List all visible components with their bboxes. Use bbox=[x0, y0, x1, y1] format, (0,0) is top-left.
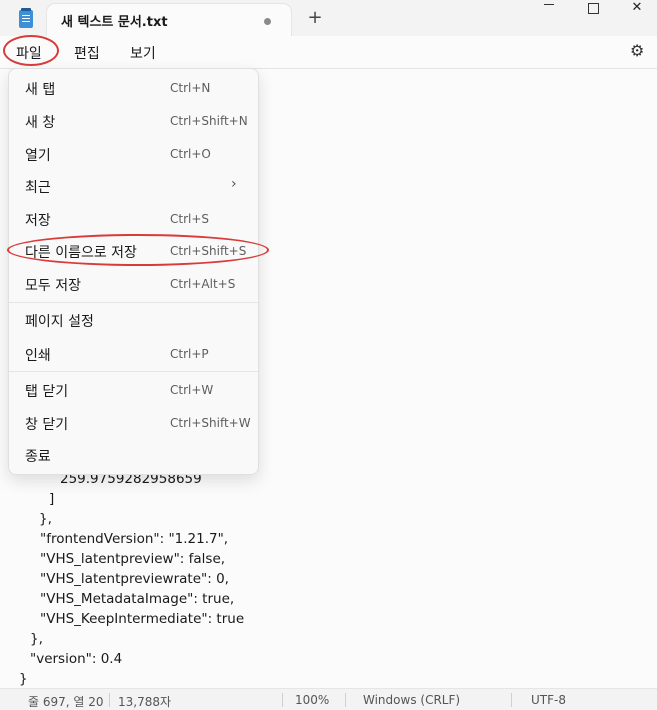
document-tab[interactable]: 새 텍스트 문서.txt bbox=[47, 4, 291, 36]
code-line: "frontendVersion": "1.21.7", bbox=[40, 531, 229, 547]
menu-item-label: 종료 bbox=[25, 449, 51, 465]
menu-item-label: 새 창 bbox=[25, 115, 56, 131]
menu-item-shortcut: Ctrl+P bbox=[170, 347, 209, 361]
menu-item-print[interactable]: 인쇄 Ctrl+P bbox=[9, 339, 258, 370]
menu-item-label: 탭 닫기 bbox=[25, 384, 69, 400]
notepad-icon bbox=[19, 8, 33, 28]
menu-item-save[interactable]: 저장 Ctrl+S bbox=[9, 204, 258, 235]
maximize-button[interactable] bbox=[570, 0, 616, 18]
menu-item-label: 새 탭 bbox=[25, 82, 56, 98]
code-line: } bbox=[19, 671, 28, 687]
unsaved-indicator-icon[interactable] bbox=[264, 18, 271, 25]
menu-item-shortcut: Ctrl+Shift+N bbox=[170, 114, 248, 128]
menu-item-label: 최근 bbox=[25, 180, 51, 196]
menu-item-new-window[interactable]: 새 창 Ctrl+Shift+N bbox=[9, 106, 258, 137]
menu-view[interactable]: 보기 bbox=[130, 43, 156, 63]
code-line: "VHS_KeepIntermediate": true bbox=[40, 611, 245, 627]
status-divider bbox=[282, 693, 283, 707]
menu-item-exit[interactable]: 종료 bbox=[9, 440, 258, 471]
chevron-right-icon: › bbox=[231, 176, 237, 192]
minimize-icon bbox=[544, 4, 554, 5]
menu-divider bbox=[9, 302, 258, 303]
maximize-icon bbox=[587, 3, 599, 14]
status-divider bbox=[345, 693, 346, 707]
menu-item-label: 페이지 설정 bbox=[25, 314, 94, 330]
menu-item-label: 창 닫기 bbox=[25, 417, 69, 433]
menu-item-shortcut: Ctrl+Alt+S bbox=[170, 277, 236, 291]
menu-item-shortcut: Ctrl+Shift+W bbox=[170, 416, 251, 430]
status-divider bbox=[109, 693, 110, 707]
minimize-button[interactable] bbox=[526, 0, 572, 18]
menu-divider bbox=[9, 371, 258, 372]
menu-item-label: 저장 bbox=[25, 213, 51, 229]
menu-item-label: 인쇄 bbox=[25, 348, 51, 364]
tab-title: 새 텍스트 문서.txt bbox=[61, 15, 168, 30]
annotation-highlight-file bbox=[3, 35, 59, 66]
gear-icon[interactable]: ⚙ bbox=[630, 43, 646, 59]
menu-item-recent[interactable]: 최근 › bbox=[9, 171, 258, 202]
close-button[interactable]: ✕ bbox=[614, 0, 657, 18]
status-divider bbox=[511, 693, 512, 707]
code-line: ] bbox=[49, 491, 55, 507]
menu-item-shortcut: Ctrl+N bbox=[170, 81, 211, 95]
line-ending[interactable]: Windows (CRLF) bbox=[363, 693, 460, 707]
code-line: "VHS_latentpreviewrate": 0, bbox=[40, 571, 229, 587]
menu-bar: 파일 편집 보기 bbox=[0, 36, 657, 68]
menu-item-label: 모두 저장 bbox=[25, 278, 81, 294]
code-line: "VHS_latentpreview": false, bbox=[40, 551, 226, 567]
menu-item-page-setup[interactable]: 페이지 설정 bbox=[9, 305, 258, 336]
menu-item-new-tab[interactable]: 새 탭 Ctrl+N bbox=[9, 73, 258, 104]
menu-item-shortcut: Ctrl+S bbox=[170, 212, 210, 226]
zoom-level[interactable]: 100% bbox=[295, 693, 329, 707]
character-count: 13,788자 bbox=[118, 695, 172, 709]
code-line: "version": 0.4 bbox=[30, 651, 123, 667]
status-bar: 줄 697, 열 20 13,788자 100% Windows (CRLF) … bbox=[0, 688, 657, 710]
menu-item-close-tab[interactable]: 탭 닫기 Ctrl+W bbox=[9, 375, 258, 406]
file-menu-dropdown: 새 탭 Ctrl+N 새 창 Ctrl+Shift+N 열기 Ctrl+O 최근… bbox=[8, 68, 259, 475]
code-line: "VHS_MetadataImage": true, bbox=[40, 591, 235, 607]
annotation-highlight-save-as bbox=[7, 234, 269, 266]
encoding[interactable]: UTF-8 bbox=[531, 693, 566, 707]
menu-item-close-window[interactable]: 창 닫기 Ctrl+Shift+W bbox=[9, 408, 258, 439]
code-line: }, bbox=[30, 631, 43, 647]
menu-item-save-all[interactable]: 모두 저장 Ctrl+Alt+S bbox=[9, 269, 258, 300]
menu-edit[interactable]: 편집 bbox=[74, 43, 100, 63]
title-bar: 새 텍스트 문서.txt + ✕ bbox=[0, 0, 657, 36]
code-line: }, bbox=[39, 511, 52, 527]
new-tab-button[interactable]: + bbox=[304, 7, 326, 29]
cursor-position[interactable]: 줄 697, 열 20 bbox=[28, 693, 104, 710]
menu-item-shortcut: Ctrl+O bbox=[170, 147, 211, 161]
menu-item-shortcut: Ctrl+W bbox=[170, 383, 214, 397]
menu-item-open[interactable]: 열기 Ctrl+O bbox=[9, 139, 258, 170]
menu-item-label: 열기 bbox=[25, 148, 51, 164]
